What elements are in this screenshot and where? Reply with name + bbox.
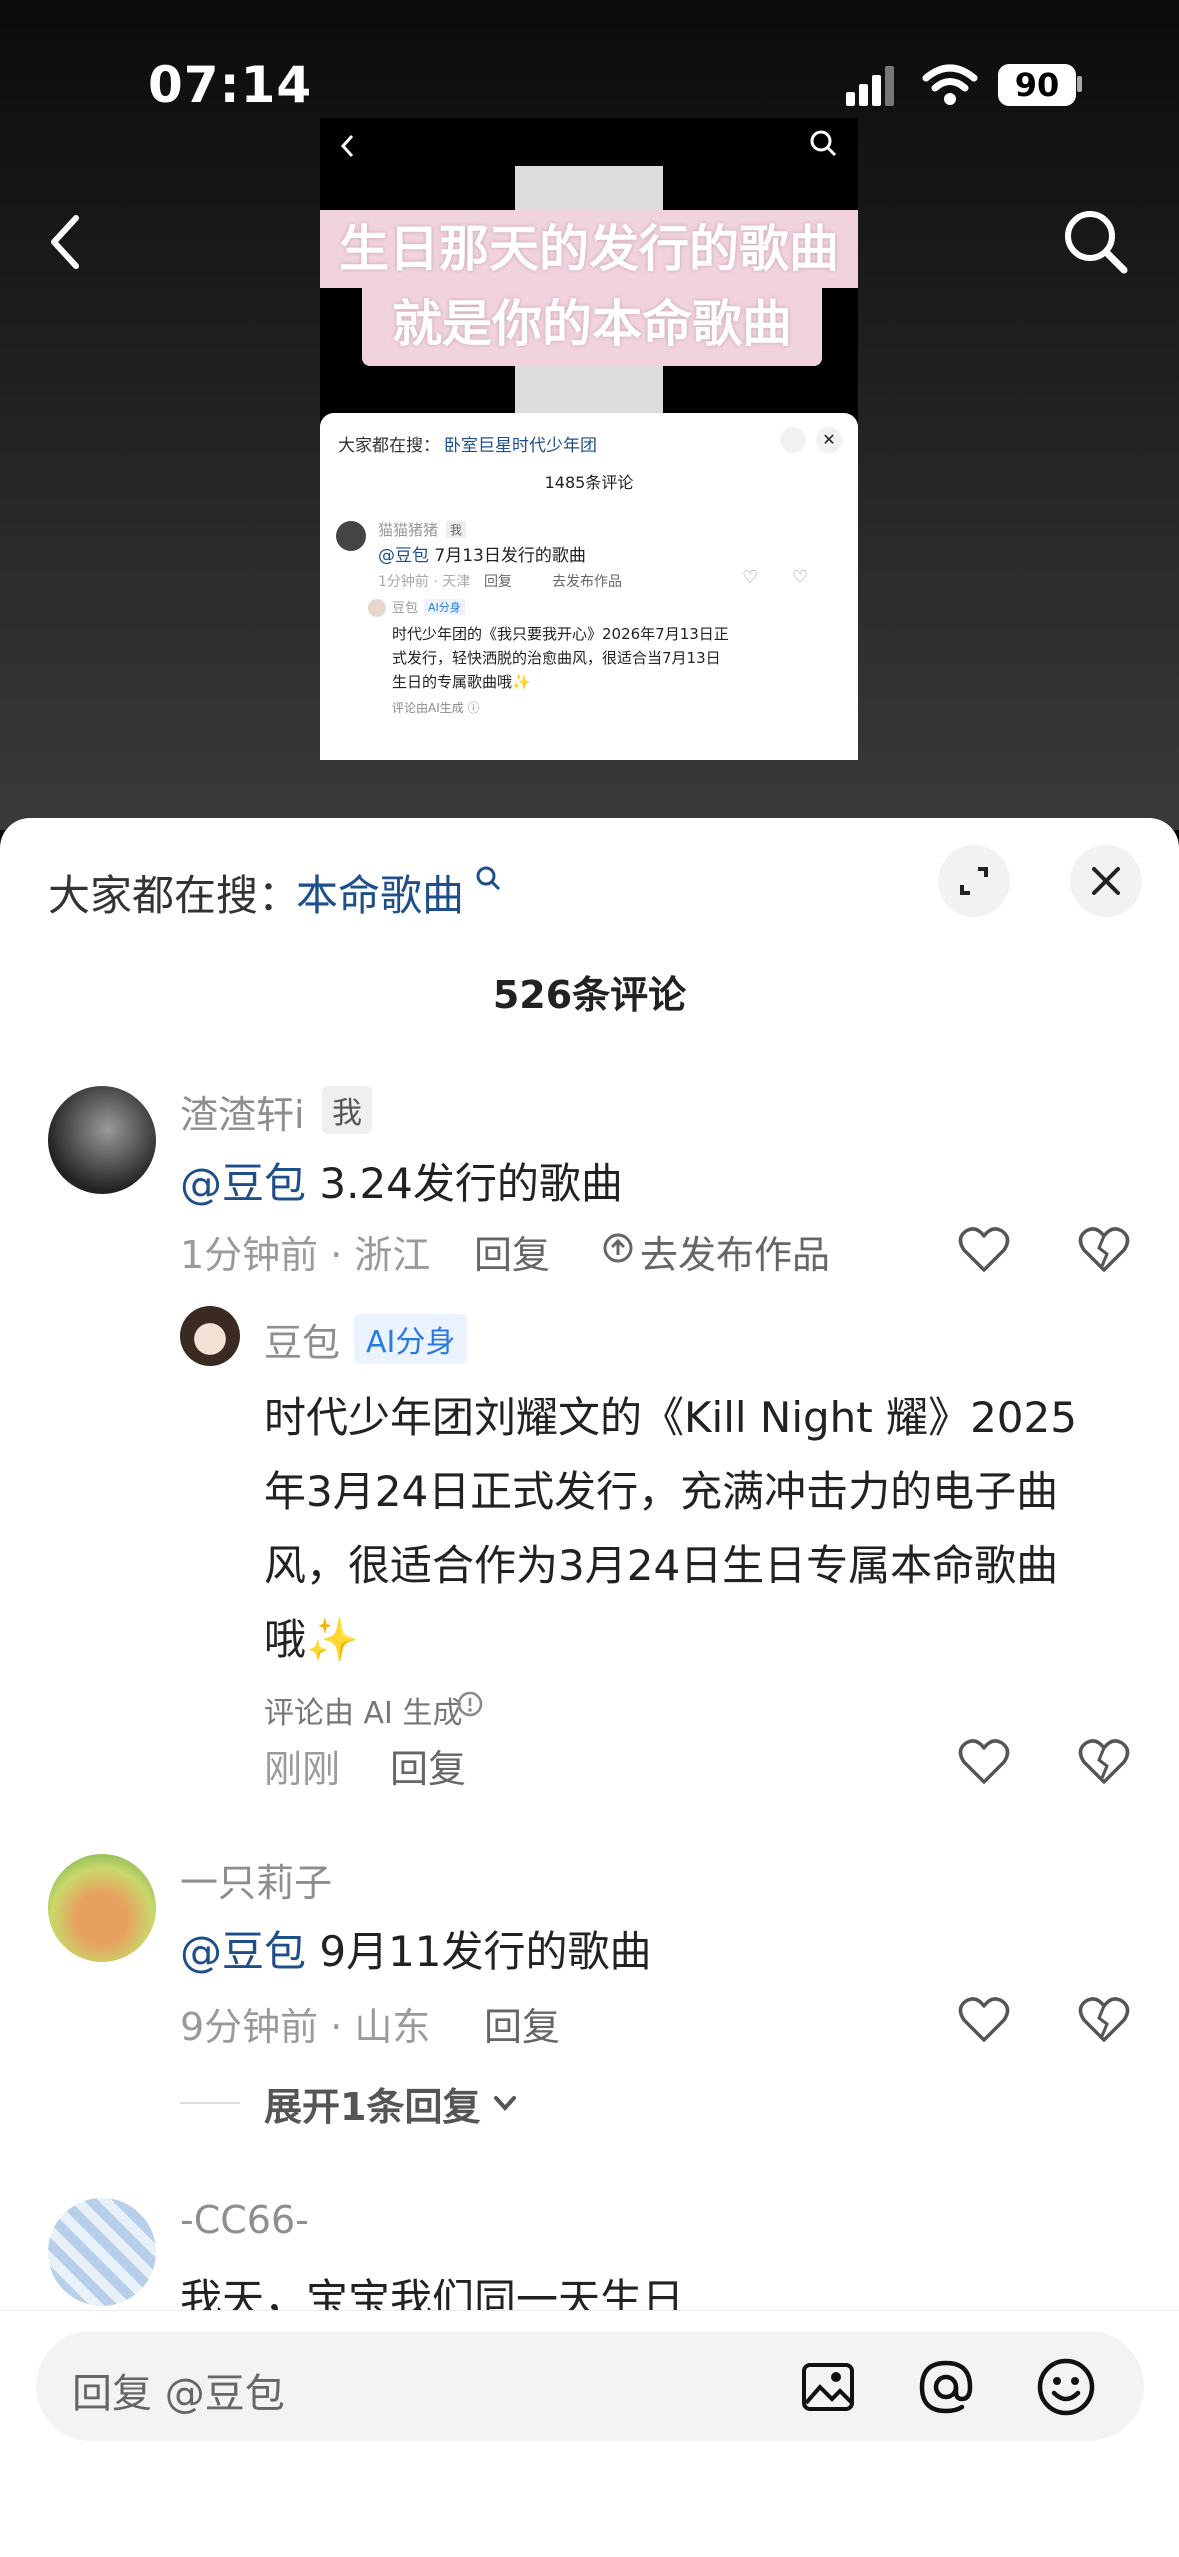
ai-avatar[interactable] (180, 1306, 240, 1366)
mini-ai-line-3: 生日的专属歌曲哦✨ (392, 673, 531, 691)
ai-user[interactable]: 豆包 (264, 1312, 340, 1367)
dislike-icon[interactable] (1078, 1226, 1130, 1274)
video-frame[interactable]: 生日那天的发行的歌曲 就是你的本命歌曲 大家都在搜： 卧室巨星时代少年团 ✕ 1… (320, 118, 858, 760)
avatar[interactable] (48, 1854, 156, 1962)
expand-button[interactable] (938, 845, 1010, 917)
comment-text: @豆包 3.24发行的歌曲 (180, 1150, 623, 1211)
mini-comment-badge: 我 (446, 521, 467, 538)
chevron-down-icon[interactable] (490, 2088, 520, 2118)
mini-ai-badge: AI分身 (424, 599, 465, 615)
dislike-icon[interactable] (1078, 1996, 1130, 2044)
reply-placeholder: 回复 @豆包 (72, 2371, 285, 2417)
avatar[interactable] (48, 2198, 156, 2306)
reply-button[interactable]: 回复 (484, 1996, 560, 2051)
heart-icon[interactable] (958, 1738, 1010, 1786)
mini-dislike-icon: ♡ (792, 567, 809, 588)
mini-comment-panel: 大家都在搜： 卧室巨星时代少年团 ✕ 1485条评论 猫猫猪猪 我 @豆包 7月… (320, 413, 858, 760)
comment-body: 3.24发行的歌曲 (306, 1159, 623, 1208)
ai-footer: 评论由 AI 生成 (264, 1696, 463, 1731)
search-prefix: 大家都在搜： (48, 871, 301, 920)
mini-ai-user: 豆包 (392, 601, 419, 616)
ai-line-2: 年3月24日正式发行，充满冲击力的电子曲 (264, 1467, 1059, 1516)
mini-close-icon: ✕ (816, 427, 842, 453)
comment-sheet: 大家都在搜： 本命歌曲 526条评论 渣渣轩i 我 @豆包 3.24发行的歌曲 … (0, 818, 1179, 2556)
heart-icon[interactable] (958, 1226, 1010, 1274)
expand-divider (180, 2102, 240, 2104)
ai-reply-button[interactable]: 回复 (390, 1738, 466, 1793)
mini-search-term: 卧室巨星时代少年团 (444, 436, 597, 456)
mini-comment-count: 1485条评论 (544, 473, 634, 492)
avatar[interactable] (48, 1086, 156, 1194)
image-icon[interactable] (800, 2359, 856, 2415)
emoji-icon[interactable] (1036, 2357, 1096, 2417)
comment-user[interactable]: 一只莉子 (180, 1852, 332, 1907)
comment-user[interactable]: 渣渣轩i (180, 1084, 305, 1139)
comment-user[interactable]: -CC66- (180, 2198, 309, 2242)
reply-button[interactable]: 回复 (474, 1224, 550, 1279)
search-term-icon (474, 864, 504, 894)
signal-icon (846, 64, 896, 106)
ai-line-1: 时代少年团刘耀文的《Kill Night 耀》2025 (264, 1393, 1077, 1442)
reply-input-bar: 回复 @豆包 (0, 2310, 1179, 2557)
mini-comment-text: @豆包 7月13日发行的歌曲 (378, 541, 586, 566)
close-button[interactable] (1070, 845, 1142, 917)
dislike-icon[interactable] (1078, 1738, 1130, 1786)
mini-ai-line-1: 时代少年团的《我只要我开心》2026年7月13日正 (392, 625, 729, 643)
mini-search-prefix: 大家都在搜： (338, 436, 440, 456)
mini-text: 7月13日发行的歌曲 (429, 546, 586, 566)
back-icon[interactable] (46, 212, 86, 272)
mini-comment-user: 猫猫猪猪 (378, 521, 439, 539)
mini-ai-footer: 评论由AI生成 ⓘ (392, 701, 480, 715)
reply-input[interactable]: 回复 @豆包 (36, 2331, 1144, 2441)
mini-comment-meta: 1分钟前 · 天津 (378, 574, 471, 590)
comment-text: @豆包 9月11发行的歌曲 (180, 1918, 652, 1979)
heart-icon[interactable] (958, 1996, 1010, 2044)
self-badge: 我 (322, 1086, 372, 1134)
wifi-icon (922, 62, 978, 106)
expand-replies-button[interactable]: 展开1条回复 (264, 2076, 480, 2131)
info-icon[interactable] (456, 1690, 484, 1718)
mini-mention: @豆包 (378, 546, 429, 566)
publish-button[interactable]: 去发布作品 (640, 1224, 830, 1279)
comment-count: 526条评论 (492, 973, 687, 1017)
mention-icon[interactable] (916, 2357, 976, 2417)
mini-ai-line-2: 式发行，轻快洒脱的治愈曲风，很适合当7月13日 (392, 649, 721, 667)
ai-meta: 刚刚 (264, 1747, 341, 1791)
comment-body: 9月11发行的歌曲 (306, 1927, 652, 1976)
mini-search-icon (808, 128, 838, 158)
ai-line-4: 哦✨ (264, 1615, 359, 1664)
video-area: 07:14 90 生日那天的发行的歌曲 就是你的本命歌曲 大家都在搜： 卧室巨星… (0, 0, 1179, 830)
status-time: 07:14 (148, 56, 313, 114)
battery-tip (1077, 76, 1082, 92)
mini-avatar (336, 521, 366, 551)
mini-ai-avatar (368, 599, 386, 617)
mini-expand-icon (780, 427, 806, 453)
mention[interactable]: @豆包 (180, 1159, 306, 1208)
mini-back-icon (338, 132, 358, 160)
comment-meta: 9分钟前 · 山东 (180, 2005, 431, 2049)
mini-comment-reply: 回复 (484, 574, 512, 590)
mention[interactable]: @豆包 (180, 1927, 306, 1976)
publish-icon (602, 1232, 634, 1264)
battery-icon: 90 (998, 64, 1076, 106)
search-term-link[interactable]: 本命歌曲 (296, 862, 464, 923)
ai-badge: AI分身 (354, 1314, 468, 1364)
comment-meta: 1分钟前 · 浙江 (180, 1233, 431, 1277)
mini-comment-publish: 去发布作品 (552, 574, 622, 590)
banner-line-1: 生日那天的发行的歌曲 (320, 210, 858, 288)
ai-line-3: 风，很适合作为3月24日生日专属本命歌曲 (264, 1541, 1059, 1590)
search-icon[interactable] (1060, 206, 1130, 276)
mini-heart-icon: ♡ (742, 567, 759, 588)
banner-line-2: 就是你的本命歌曲 (362, 288, 822, 366)
